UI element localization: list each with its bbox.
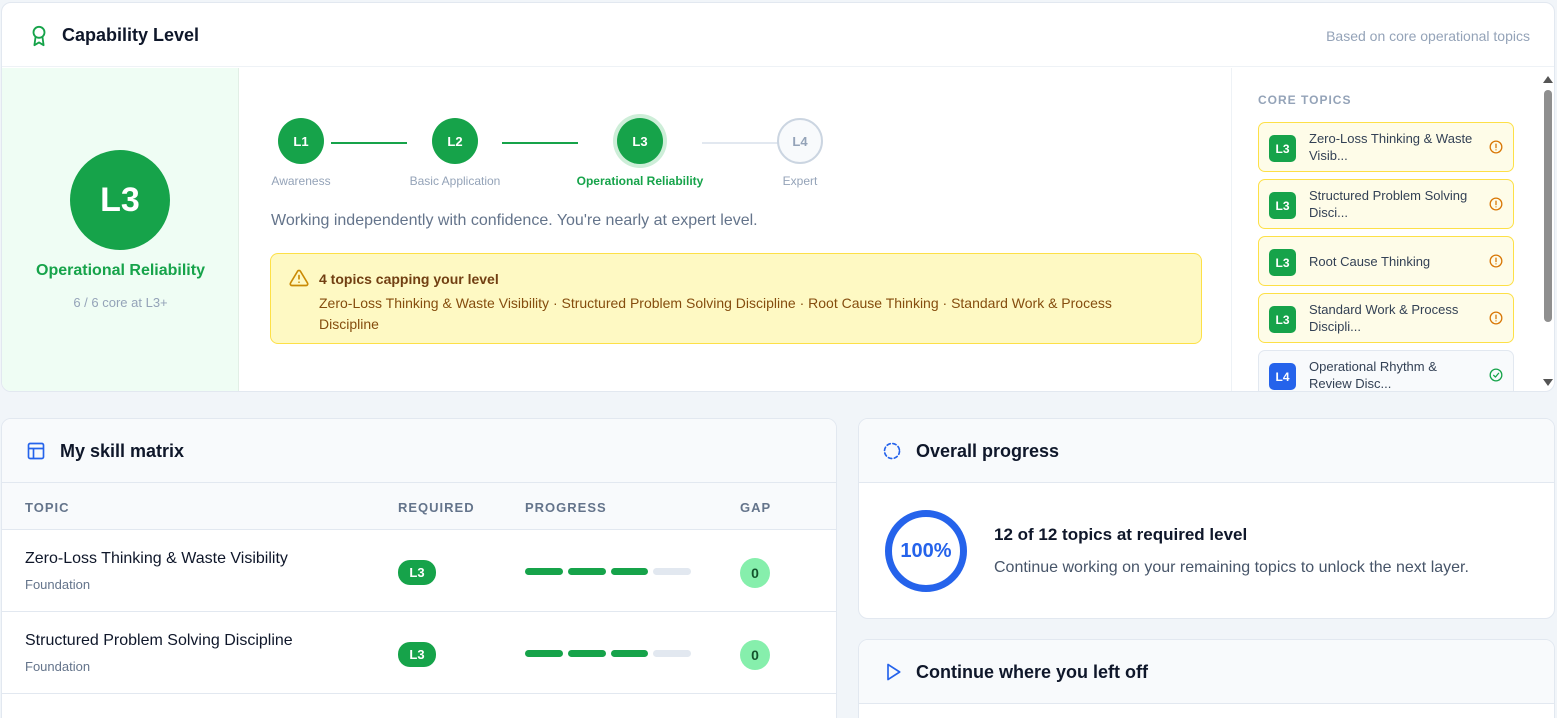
progress-segment — [525, 568, 563, 575]
capping-warning: 4 topics capping your level Zero-Loss Th… — [270, 253, 1202, 344]
current-level-panel: L3 Operational Reliability 6 / 6 core at… — [2, 68, 239, 391]
column-header-required[interactable]: REQUIRED — [398, 500, 475, 515]
step-l4-label: Expert — [782, 174, 818, 188]
step-l4-circle: L4 — [777, 118, 823, 164]
core-count: 6 / 6 core at L3+ — [73, 295, 168, 310]
continue-title: Continue where you left off — [916, 662, 1148, 682]
gap-badge: 0 — [740, 640, 770, 670]
progress-segment — [610, 650, 649, 657]
level-stepper: L1 Awareness L2 Basic Application L3 Ope… — [264, 118, 844, 198]
progress-segment — [567, 650, 606, 657]
skill-matrix-title: My skill matrix — [60, 441, 185, 461]
step-l1[interactable]: L1 Awareness — [259, 118, 343, 188]
core-topic-name: Zero-Loss Thinking & Waste Visib... — [1309, 131, 1473, 163]
step-l2-label: Basic Application — [409, 174, 501, 188]
table-grid-icon — [27, 442, 45, 460]
core-topic-item[interactable]: L3 Root Cause Thinking — [1258, 236, 1514, 286]
core-topics-panel: CORE TOPICS L3 Zero-Loss Thinking & Wast… — [1231, 68, 1554, 391]
scroll-thumb[interactable] — [1544, 90, 1552, 322]
current-level-name: Operational Reliability — [36, 262, 205, 279]
core-topics-scrollbar[interactable] — [1542, 74, 1554, 388]
progress-segment — [567, 568, 606, 575]
step-l3-circle: L3 — [617, 118, 663, 164]
overall-progress-title: Overall progress — [916, 441, 1060, 461]
core-topic-level: L3 — [1269, 249, 1296, 276]
step-l1-circle: L1 — [278, 118, 324, 164]
core-topic-level: L4 — [1269, 363, 1296, 390]
progress-segment — [525, 650, 563, 657]
core-topics-list: L3 Zero-Loss Thinking & Waste Visib... L… — [1258, 122, 1514, 391]
required-level-badge: L3 — [398, 642, 436, 667]
table-row[interactable]: Zero-Loss Thinking & Waste Visibility Fo… — [2, 530, 836, 612]
step-l2[interactable]: L2 Basic Application — [395, 118, 515, 188]
column-header-topic[interactable]: TOPIC — [25, 500, 70, 515]
core-topic-item[interactable]: L3 Standard Work & Process Discipli... — [1258, 293, 1514, 343]
capability-subtitle: Based on core operational topics — [1326, 28, 1530, 44]
core-topic-item[interactable]: L4 Operational Rhythm & Review Disc... — [1258, 350, 1514, 391]
warning-circle-icon — [1489, 311, 1503, 325]
continue-header[interactable]: Continue where you left off — [859, 640, 1554, 704]
check-circle-icon — [1489, 368, 1503, 382]
core-topic-name: Standard Work & Process Discipli... — [1309, 302, 1459, 334]
step-l2-circle: L2 — [432, 118, 478, 164]
core-topic-level: L3 — [1269, 135, 1296, 162]
topic-category: Foundation — [25, 577, 91, 592]
warning-topics: Zero-Loss Thinking & Waste Visibility · … — [319, 295, 1112, 332]
topic-name: Structured Problem Solving Discipline — [25, 632, 293, 649]
step-l1-label: Awareness — [271, 174, 331, 188]
column-header-gap[interactable]: GAP — [740, 500, 771, 515]
loader-circle-icon — [883, 442, 901, 460]
progress-ring: 100% — [885, 510, 967, 592]
current-level-badge: L3 — [70, 150, 170, 250]
overall-progress-card: Overall progress 100% 12 of 12 topics at… — [858, 418, 1555, 619]
column-header-progress[interactable]: PROGRESS — [525, 500, 607, 515]
topic-name: Zero-Loss Thinking & Waste Visibility — [25, 550, 288, 567]
progress-segment — [653, 650, 691, 657]
table-row[interactable]: Structured Problem Solving Discipline Fo… — [2, 612, 836, 694]
progress-detail: Continue working on your remaining topic… — [994, 559, 1469, 576]
required-level-badge: L3 — [398, 560, 436, 585]
play-icon — [887, 663, 901, 681]
capability-header: Capability Level Based on core operation… — [2, 3, 1554, 67]
step-l4[interactable]: L4 Expert — [760, 118, 840, 188]
award-ribbon-icon — [32, 25, 46, 47]
capability-title: Capability Level — [62, 25, 200, 45]
core-topic-name: Root Cause Thinking — [1309, 254, 1431, 269]
table-header-row: TOPIC REQUIRED PROGRESS GAP — [2, 483, 836, 530]
skill-matrix-card: My skill matrix TOPIC REQUIRED PROGRESS … — [1, 418, 837, 718]
capability-card: Capability Level Based on core operation… — [1, 2, 1555, 392]
continue-card: Continue where you left off — [858, 639, 1555, 718]
core-topic-item[interactable]: L3 Structured Problem Solving Disci... — [1258, 179, 1514, 229]
progress-segment — [610, 568, 649, 575]
warning-circle-icon — [1489, 140, 1503, 154]
warning-triangle-icon — [289, 269, 309, 287]
core-topic-level: L3 — [1269, 192, 1296, 219]
progress-segments — [525, 650, 691, 657]
step-l3[interactable]: L3 Operational Reliability — [570, 118, 710, 188]
step-l3-label: Operational Reliability — [576, 174, 704, 188]
core-topic-name: Structured Problem Solving Disci... — [1309, 188, 1468, 220]
core-topic-item[interactable]: L3 Zero-Loss Thinking & Waste Visib... — [1258, 122, 1514, 172]
level-description: Working independently with confidence. Y… — [271, 212, 758, 229]
warning-title: 4 topics capping your level — [319, 271, 499, 287]
scroll-up-arrow-icon[interactable] — [1543, 76, 1553, 83]
warning-circle-icon — [1489, 197, 1503, 211]
skill-matrix-header: My skill matrix — [2, 419, 836, 483]
core-topics-label: CORE TOPICS — [1258, 93, 1352, 107]
progress-segment — [653, 568, 691, 575]
gap-badge: 0 — [740, 558, 770, 588]
progress-summary: 12 of 12 topics at required level — [994, 525, 1248, 544]
overall-progress-header: Overall progress — [859, 419, 1554, 483]
scroll-down-arrow-icon[interactable] — [1543, 379, 1553, 386]
progress-segments — [525, 568, 691, 575]
core-topic-level: L3 — [1269, 306, 1296, 333]
warning-circle-icon — [1489, 254, 1503, 268]
topic-category: Foundation — [25, 659, 91, 674]
core-topic-name: Operational Rhythm & Review Disc... — [1309, 359, 1437, 391]
